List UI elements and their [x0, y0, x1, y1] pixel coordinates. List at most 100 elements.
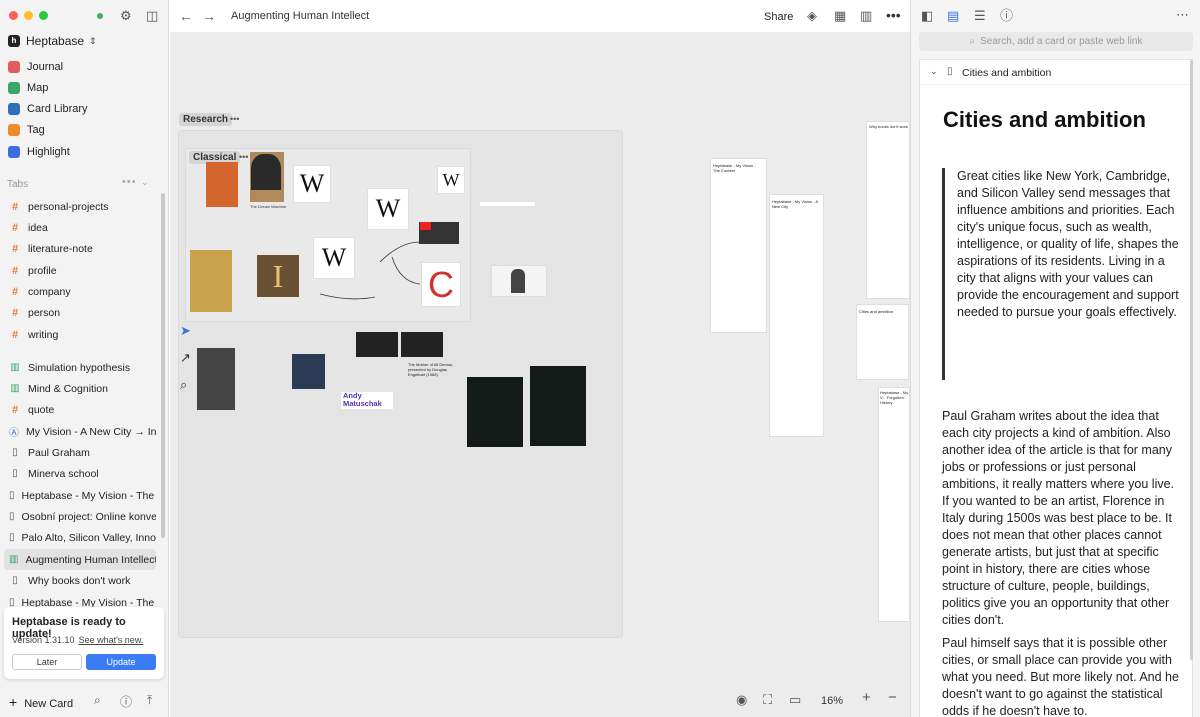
settings-gear-icon[interactable]: ⚙: [120, 8, 132, 24]
arrow-tool-icon[interactable]: ↗: [180, 350, 191, 366]
nav-item-tag[interactable]: Tag: [0, 120, 169, 141]
section-more-icon[interactable]: •••: [230, 114, 239, 124]
tab-item[interactable]: # literature-note: [4, 238, 156, 259]
book-cover-image[interactable]: I: [257, 255, 299, 297]
more-icon[interactable]: •••: [886, 7, 901, 23]
whats-new-link[interactable]: See what's new.: [79, 635, 144, 645]
tab-item[interactable]: ▥ Simulation hypothesis: [4, 357, 156, 378]
export-icon[interactable]: ⤒: [147, 693, 152, 708]
photo-collage-image[interactable]: [197, 348, 235, 410]
chevron-down-icon[interactable]: ⌄: [930, 66, 938, 77]
chevron-updown-icon: ⇕: [89, 35, 97, 46]
panel-layout-icon[interactable]: ◧: [921, 8, 933, 24]
tab-item[interactable]: ▯ Palo Alto, Silicon Valley, Innova...: [4, 527, 156, 548]
tab-item[interactable]: # company: [4, 281, 156, 302]
sidebar-scrollbar[interactable]: [161, 193, 165, 538]
minimize-window-button[interactable]: [24, 11, 33, 20]
tab-item[interactable]: ▯ Osobní project: Online konverto...: [4, 506, 156, 527]
zoom-level: 16%: [821, 695, 844, 707]
note-card[interactable]: [856, 304, 909, 380]
book-cover-image[interactable]: [206, 162, 238, 207]
tab-label: My Vision - A New City → In Pa...: [26, 425, 156, 438]
outline-icon[interactable]: ☰: [974, 8, 986, 24]
blockquote[interactable]: Great cities like New York, Cambridge, a…: [942, 168, 1180, 380]
panel-scrollbar[interactable]: [1190, 60, 1193, 660]
card-panel-icon[interactable]: ▤: [947, 8, 959, 24]
tab-item[interactable]: # idea: [4, 217, 156, 238]
tab-item[interactable]: # person: [4, 302, 156, 323]
card-view-icon[interactable]: ▭: [789, 692, 801, 708]
note-card[interactable]: [866, 121, 910, 299]
zoom-out-button[interactable]: −: [888, 690, 897, 706]
tab-item[interactable]: ▯ Minerva school: [4, 463, 156, 484]
logo-card[interactable]: C: [421, 262, 461, 307]
wikipedia-card[interactable]: W: [367, 188, 409, 230]
nav-item-map[interactable]: Map: [0, 77, 169, 98]
book-cover-image[interactable]: [467, 377, 523, 447]
update-notice: Heptabase is ready to update! Version 1.…: [4, 607, 164, 679]
workspace-name: Heptabase: [26, 34, 85, 48]
wikipedia-card[interactable]: W: [293, 165, 331, 203]
search-input[interactable]: ⌕ Search, add a card or paste web link: [919, 32, 1193, 51]
maximize-window-button[interactable]: [39, 11, 48, 20]
section-more-icon[interactable]: •••: [239, 152, 248, 162]
nav-item-journal[interactable]: Journal: [0, 56, 169, 77]
card-editor[interactable]: ⌄ ▯ Cities and ambition Cities and ambit…: [919, 59, 1193, 717]
video-thumbnail[interactable]: [356, 332, 398, 357]
tabs-more-icon[interactable]: •••: [122, 176, 137, 188]
tab-item[interactable]: # profile: [4, 260, 156, 281]
tab-item[interactable]: # quote: [4, 399, 156, 420]
paragraph[interactable]: Paul himself says that it is possible ot…: [942, 635, 1182, 717]
layers-icon[interactable]: ◈: [807, 8, 817, 24]
close-window-button[interactable]: [9, 11, 18, 20]
calendar-icon[interactable]: ▦: [834, 8, 846, 24]
nav-item-highlight[interactable]: Highlight: [0, 141, 169, 162]
book-cover-image[interactable]: [190, 250, 232, 312]
fit-screen-icon[interactable]: ⛶: [763, 692, 772, 708]
search-icon[interactable]: ⌕: [94, 693, 101, 708]
tab-item[interactable]: ▯ Heptabase - My Vision - The C...: [4, 485, 156, 506]
back-arrow-icon[interactable]: ←: [179, 8, 193, 24]
later-button[interactable]: Later: [12, 654, 82, 670]
video-thumbnail[interactable]: [401, 332, 443, 357]
tab-label: quote: [28, 403, 55, 416]
zoom-search-icon[interactable]: ⌕: [180, 377, 187, 393]
heptabase-logo-icon: h: [8, 35, 20, 47]
paragraph[interactable]: Paul Graham writes about the idea that e…: [942, 408, 1182, 629]
wikipedia-card[interactable]: W: [313, 237, 355, 279]
tab-item[interactable]: # writing: [4, 324, 156, 345]
help-icon[interactable]: ⓘ: [120, 693, 132, 710]
note-card[interactable]: [710, 158, 767, 333]
new-card-button[interactable]: + New Card: [9, 694, 73, 710]
tab-item[interactable]: ▥ Mind & Cognition: [4, 378, 156, 399]
zoom-in-button[interactable]: +: [862, 690, 871, 706]
wikipedia-card[interactable]: W: [437, 166, 465, 194]
tab-item[interactable]: Ⓐ My Vision - A New City → In Pa...: [4, 421, 156, 442]
book-cover-image[interactable]: [530, 366, 586, 446]
tab-item[interactable]: ▥ Augmenting Human Intellect: [4, 549, 156, 570]
eye-icon[interactable]: ◉: [736, 692, 747, 708]
info-icon[interactable]: ⓘ: [1000, 8, 1013, 24]
workspace-switcher[interactable]: h Heptabase ⇕: [8, 34, 97, 48]
update-button[interactable]: Update: [86, 654, 156, 670]
section-research-label[interactable]: Research: [179, 113, 233, 126]
nav-item-card-library[interactable]: Card Library: [0, 99, 169, 120]
note-card[interactable]: [878, 387, 910, 622]
more-options-icon[interactable]: ⋯: [1176, 7, 1189, 23]
library-icon[interactable]: ▥: [860, 8, 872, 24]
card-heading[interactable]: Cities and ambition: [943, 107, 1146, 133]
sidebar-toggle-icon[interactable]: ◫: [146, 8, 158, 24]
tab-item[interactable]: ▯ Paul Graham: [4, 442, 156, 463]
person-photo[interactable]: [292, 354, 325, 389]
tab-item[interactable]: # personal-projects: [4, 196, 156, 217]
forward-arrow-icon[interactable]: →: [202, 8, 216, 24]
whiteboard-canvas[interactable]: Research ••• Classical ••• The Dream Mac…: [170, 32, 910, 717]
tab-item[interactable]: ▯ Why books don't work: [4, 570, 156, 591]
share-button[interactable]: Share: [764, 9, 793, 25]
note-card-title: Why books don't work: [869, 124, 909, 129]
card-title[interactable]: Cities and ambition: [962, 67, 1051, 79]
pointer-tool-icon[interactable]: ➤: [180, 323, 191, 339]
note-card[interactable]: [769, 194, 824, 437]
text-card[interactable]: [480, 202, 535, 206]
chevron-down-icon[interactable]: ⌄: [141, 177, 149, 188]
